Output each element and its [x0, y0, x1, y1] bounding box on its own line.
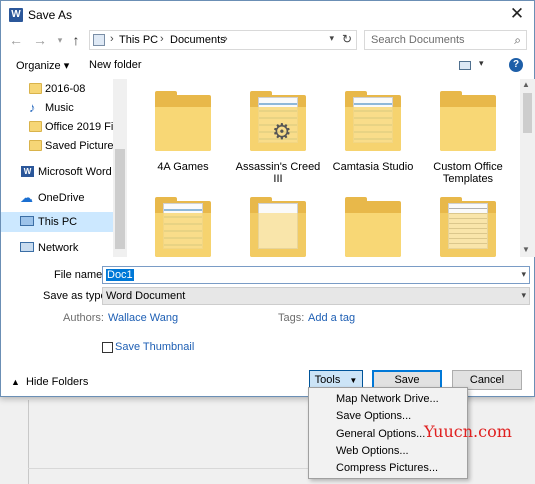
navigation-bar: ← → ▾ ↑ › This PC › Documents › ▾ ↻ Sear…	[1, 29, 534, 51]
folder-icon	[29, 121, 42, 132]
folder-icon	[29, 83, 42, 94]
refresh-icon[interactable]: ↻	[342, 32, 352, 46]
menu-item-web-options[interactable]: Web Options...	[336, 445, 409, 457]
add-tag-field[interactable]: Add a tag	[308, 312, 355, 324]
authors-label: Authors:	[63, 312, 104, 324]
close-icon[interactable]: ✕	[506, 4, 528, 24]
search-input[interactable]: Search Documents ⌕	[364, 30, 527, 50]
save-as-type-label: Save as type:	[43, 290, 110, 302]
file-name-value: Doc1	[106, 269, 134, 281]
folder-icon	[345, 91, 401, 151]
chevron-down-icon[interactable]: ▾	[479, 58, 484, 69]
sidebar-item-label: 2016-08	[45, 83, 86, 95]
save-thumbnail-label[interactable]: Save Thumbnail	[115, 341, 194, 353]
folder-icon	[440, 91, 496, 151]
word-icon: W	[9, 8, 23, 22]
folder-name: Camtasia Studio	[332, 161, 414, 173]
watermark-text: Yuucn.com	[424, 422, 512, 441]
sidebar-item-label: Saved Pictures	[45, 140, 113, 152]
this-pc-icon	[93, 34, 105, 46]
help-icon[interactable]: ?	[509, 58, 523, 72]
authors-value[interactable]: Wallace Wang	[108, 312, 178, 324]
cloud-icon: ☁	[20, 190, 33, 205]
hide-folders-button[interactable]: ▲ Hide Folders	[11, 376, 88, 388]
chevron-down-icon[interactable]: ▾	[521, 290, 526, 301]
search-icon[interactable]: ⌕	[514, 33, 521, 48]
folder-icon	[345, 197, 401, 257]
chevron-down-icon[interactable]: ▾	[521, 269, 526, 280]
gear-icon: ⚙	[272, 119, 292, 144]
forward-arrow-icon[interactable]: →	[31, 31, 49, 49]
folder-icon	[155, 197, 211, 257]
tags-label: Tags:	[278, 312, 305, 324]
scrollbar-thumb[interactable]	[115, 149, 125, 249]
search-placeholder: Search Documents	[371, 34, 465, 46]
sidebar-item-label: This PC	[38, 216, 78, 228]
menu-item-save-options[interactable]: Save Options...	[336, 410, 411, 422]
sidebar-item-this-pc[interactable]: This PC	[1, 212, 113, 232]
sidebar-item-label: Music	[45, 102, 74, 114]
new-folder-button[interactable]: New folder	[89, 59, 142, 71]
folder-name: 4A Games	[157, 161, 209, 173]
folder-name: Assassin's Creed III	[235, 161, 321, 185]
folder-icon	[440, 197, 496, 257]
view-options-icon[interactable]	[459, 61, 471, 70]
word-icon: W	[21, 166, 34, 177]
save-as-type-select[interactable]: Word Document ▾	[102, 287, 530, 305]
title-bar: W Save As ✕	[1, 1, 534, 29]
breadcrumb-this-pc[interactable]: This PC	[119, 34, 158, 46]
folder-icon	[250, 197, 306, 257]
sidebar-item-2016-08[interactable]: 2016-08	[1, 79, 113, 99]
sidebar-item-label: OneDrive	[38, 192, 85, 204]
command-toolbar: Organize ▾ New folder ▾ ?	[1, 56, 534, 78]
chevron-down-icon: ▼	[349, 376, 358, 385]
save-as-type-value: Word Document	[106, 290, 186, 302]
address-dropdown-icon[interactable]: ▾	[329, 33, 334, 44]
folder-icon	[29, 140, 42, 151]
scrollbar-thumb[interactable]	[523, 93, 532, 133]
sidebar-item-music[interactable]: ♪ Music	[1, 98, 113, 118]
breadcrumb-separator-icon: ›	[160, 33, 164, 45]
sidebar-item-office-2019[interactable]: Office 2019 Figu	[1, 117, 113, 137]
organize-button[interactable]: Organize ▾	[16, 59, 69, 72]
breadcrumb-separator-icon: ›	[110, 33, 114, 45]
up-arrow-icon[interactable]: ↑	[67, 31, 85, 49]
save-as-dialog: W Save As ✕ ← → ▾ ↑ › This PC › Document…	[0, 0, 535, 397]
folder-icon	[155, 91, 211, 151]
computer-icon	[20, 216, 34, 226]
file-list-scrollbar[interactable]: ▲ ▼	[520, 79, 535, 257]
scroll-up-icon[interactable]: ▲	[522, 80, 530, 89]
music-icon: ♪	[29, 100, 36, 115]
sidebar-item-onedrive[interactable]: ☁ OneDrive	[1, 188, 113, 208]
window-title: Save As	[28, 8, 73, 22]
background-divider	[28, 468, 318, 469]
tools-label: Tools	[314, 374, 341, 386]
address-bar[interactable]: › This PC › Documents › ▾ ↻	[89, 30, 357, 50]
sidebar-item-microsoft-word[interactable]: W Microsoft Word	[1, 162, 113, 182]
sidebar-item-label: Network	[38, 242, 79, 254]
back-arrow-icon[interactable]: ←	[7, 31, 25, 49]
hide-folders-label: Hide Folders	[25, 376, 89, 388]
sidebar-item-network[interactable]: Network	[1, 238, 113, 258]
background-divider	[28, 400, 29, 484]
folder-icon: ⚙	[250, 91, 306, 151]
menu-item-compress-pictures[interactable]: Compress Pictures...	[336, 462, 438, 474]
file-list: 4A Games ⚙ Assassin's Creed III Camtasia…	[128, 79, 520, 257]
breadcrumb-documents[interactable]: Documents	[170, 34, 226, 46]
sidebar-item-label: Office 2019 Figu	[45, 121, 113, 133]
file-name-input[interactable]: Doc1 ▾	[102, 266, 530, 284]
save-thumbnail-checkbox[interactable]	[102, 342, 113, 353]
file-name-label: File name:	[54, 269, 106, 281]
sidebar-scrollbar[interactable]	[113, 79, 127, 257]
sidebar-item-label: Microsoft Word	[38, 166, 112, 178]
sidebar-item-saved-pictures[interactable]: Saved Pictures	[1, 136, 113, 156]
chevron-up-icon: ▲	[11, 377, 20, 387]
folder-name: Custom Office Templates	[433, 161, 503, 185]
breadcrumb-separator-icon: ›	[224, 33, 228, 45]
scroll-down-icon[interactable]: ▼	[522, 245, 530, 254]
menu-item-map-network-drive[interactable]: Map Network Drive...	[336, 393, 439, 405]
network-icon	[20, 242, 34, 252]
navigation-pane: 2016-08 ♪ Music Office 2019 Figu Saved P…	[1, 79, 127, 257]
menu-item-general-options[interactable]: General Options...	[336, 428, 425, 440]
